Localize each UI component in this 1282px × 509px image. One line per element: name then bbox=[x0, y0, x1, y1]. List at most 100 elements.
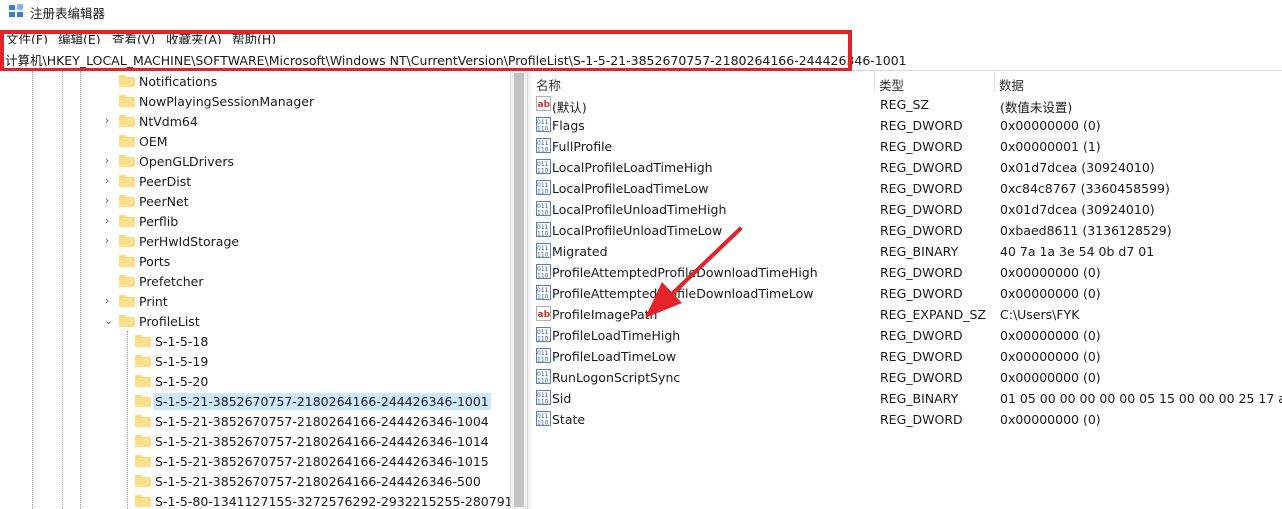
value-row[interactable]: ab ProfileImagePath REG_EXPAND_SZ C:\Use… bbox=[531, 304, 1282, 325]
menu-edit[interactable]: 编辑(E) bbox=[58, 29, 101, 44]
folder-icon bbox=[119, 215, 135, 227]
value-row[interactable]: 011 110 LocalProfileLoadTimeHigh REG_DWOR… bbox=[531, 157, 1282, 178]
tree-item-label: Perflib bbox=[139, 214, 179, 229]
menu-favorites[interactable]: 收藏夹(A) bbox=[166, 29, 222, 44]
value-data: 0xc84c8767 (3360458599) bbox=[1000, 181, 1170, 196]
binary-value-icon: 011110 bbox=[536, 369, 551, 384]
value-row[interactable]: 011 110 ProfileLoadTimeLow REG_DWORD 0x00… bbox=[531, 346, 1282, 367]
value-data: 0x00000000 (0) bbox=[1000, 286, 1101, 301]
folder-icon bbox=[135, 495, 151, 507]
folder-icon bbox=[135, 335, 151, 347]
value-row[interactable]: 011 110 ProfileLoadTimeHigh REG_DWORD 0x0… bbox=[531, 325, 1282, 346]
value-name: ProfileAttemptedProfileDownloadTimeHigh bbox=[552, 265, 818, 280]
tree-scrollbar[interactable] bbox=[510, 71, 528, 509]
value-row[interactable]: 011 110 RunLogonScriptSync REG_DWORD 0x00… bbox=[531, 367, 1282, 388]
scrollbar-thumb[interactable] bbox=[514, 73, 524, 507]
value-row[interactable]: 011 110 ProfileAttemptedProfileDownloadTi… bbox=[531, 262, 1282, 283]
binary-value-icon: 011110 bbox=[536, 285, 551, 300]
value-data: 01 05 00 00 00 00 00 05 15 00 00 00 25 1… bbox=[1000, 391, 1282, 406]
column-header-label: 名称 bbox=[536, 78, 562, 93]
value-data: 0x01d7dcea (30924010) bbox=[1000, 160, 1155, 175]
tree-guide-line bbox=[62, 71, 63, 509]
svg-text:110: 110 bbox=[537, 147, 549, 154]
value-row[interactable]: 011 110 ProfileAttemptedProfileDownloadTi… bbox=[531, 283, 1282, 304]
value-data: C:\Users\FYK bbox=[1000, 307, 1080, 322]
value-type: REG_DWORD bbox=[880, 202, 963, 217]
value-type: REG_DWORD bbox=[880, 223, 963, 238]
column-header-label: 数据 bbox=[999, 78, 1025, 93]
svg-text:110: 110 bbox=[537, 168, 549, 175]
svg-text:110: 110 bbox=[537, 126, 549, 133]
chevron-right-icon[interactable]: › bbox=[105, 155, 115, 166]
menu-file[interactable]: 文件(F) bbox=[6, 29, 48, 44]
folder-icon bbox=[119, 115, 135, 127]
value-name: LocalProfileUnloadTimeLow bbox=[552, 223, 723, 238]
column-header-type[interactable]: 类型 bbox=[874, 71, 995, 93]
value-data: 0x00000000 (0) bbox=[1000, 118, 1101, 133]
binary-value-icon: 011110 bbox=[536, 264, 551, 279]
svg-text:110: 110 bbox=[537, 399, 549, 406]
binary-value-icon: 011110 bbox=[536, 138, 551, 153]
value-row[interactable]: 011 110 LocalProfileLoadTimeLow REG_DWORD… bbox=[531, 178, 1282, 199]
value-row[interactable]: ab (默认) REG_SZ (数值未设置) bbox=[531, 94, 1282, 115]
value-type: REG_DWORD bbox=[880, 370, 963, 385]
folder-icon bbox=[119, 95, 135, 107]
value-row[interactable]: 011 110 LocalProfileUnloadTimeLow REG_DWO… bbox=[531, 220, 1282, 241]
chevron-right-icon[interactable]: › bbox=[105, 295, 115, 306]
value-row[interactable]: 011 110 Sid REG_BINARY 01 05 00 00 00 00 … bbox=[531, 388, 1282, 409]
binary-value-icon: 011110 bbox=[536, 327, 551, 342]
value-row[interactable]: 011 110 Migrated REG_BINARY 40 7a 1a 3e 5… bbox=[531, 241, 1282, 262]
chevron-right-icon[interactable]: › bbox=[105, 195, 115, 206]
binary-value-icon: 011110 bbox=[536, 222, 551, 237]
chevron-right-icon[interactable]: › bbox=[105, 215, 115, 226]
tree-item-label: Ports bbox=[139, 254, 171, 269]
svg-text:110: 110 bbox=[537, 210, 549, 217]
address-bar[interactable]: 计算机\HKEY_LOCAL_MACHINE\SOFTWARE\Microsof… bbox=[0, 46, 1282, 71]
value-row[interactable]: 011 110 State REG_DWORD 0x00000000 (0) bbox=[531, 409, 1282, 430]
chevron-down-icon[interactable]: ⌄ bbox=[104, 315, 114, 326]
value-name: LocalProfileLoadTimeLow bbox=[552, 181, 709, 196]
tree-item-label: S-1-5-18 bbox=[155, 334, 209, 349]
folder-icon bbox=[119, 235, 135, 247]
value-type: REG_BINARY bbox=[880, 244, 959, 259]
value-type: REG_DWORD bbox=[880, 349, 963, 364]
value-type: REG_DWORD bbox=[880, 328, 963, 343]
folder-icon bbox=[135, 355, 151, 367]
binary-value-icon: 011110 bbox=[536, 243, 551, 258]
folder-icon bbox=[135, 475, 151, 487]
folder-icon bbox=[119, 255, 135, 267]
tree-item-label: S-1-5-21-3852670757-2180264166-244426346… bbox=[155, 474, 481, 489]
value-data: 0x00000000 (0) bbox=[1000, 370, 1101, 385]
values-list: 名称 类型 数据 ab (默认) REG_SZ (数值未设置) 011 110 F… bbox=[531, 71, 1282, 509]
binary-value-icon: 011110 bbox=[536, 180, 551, 195]
value-data: (数值未设置) bbox=[1000, 100, 1073, 115]
value-row[interactable]: 011 110 FullProfile REG_DWORD 0x00000001 … bbox=[531, 136, 1282, 157]
folder-icon bbox=[135, 435, 151, 447]
svg-text:110: 110 bbox=[537, 231, 549, 238]
folder-icon bbox=[135, 455, 151, 467]
value-name: ProfileAttemptedProfileDownloadTimeLow bbox=[552, 286, 814, 301]
column-header-name[interactable]: 名称 bbox=[531, 71, 875, 93]
folder-icon bbox=[135, 375, 151, 387]
menu-help[interactable]: 帮助(H) bbox=[232, 29, 276, 44]
folder-icon bbox=[135, 415, 151, 427]
column-header-label: 类型 bbox=[879, 78, 905, 93]
value-name: ProfileLoadTimeLow bbox=[552, 349, 677, 364]
chevron-right-icon[interactable]: › bbox=[105, 235, 115, 246]
folder-open-icon bbox=[119, 315, 135, 327]
menu-view[interactable]: 查看(V) bbox=[112, 29, 155, 44]
value-data: 0x00000000 (0) bbox=[1000, 328, 1101, 343]
value-row[interactable]: 011 110 Flags REG_DWORD 0x00000000 (0) bbox=[531, 115, 1282, 136]
svg-text:110: 110 bbox=[537, 420, 549, 427]
tree-guide-line bbox=[127, 331, 128, 509]
value-name: Sid bbox=[552, 391, 572, 406]
column-header-data[interactable]: 数据 bbox=[994, 71, 1282, 93]
chevron-right-icon[interactable]: › bbox=[105, 115, 115, 126]
tree-item-label: S-1-5-19 bbox=[155, 354, 209, 369]
value-name: Migrated bbox=[552, 244, 608, 259]
address-path[interactable]: 计算机\HKEY_LOCAL_MACHINE\SOFTWARE\Microsof… bbox=[5, 50, 907, 69]
value-type: REG_DWORD bbox=[880, 265, 963, 280]
menu-bar: 文件(F) 编辑(E) 查看(V) 收藏夹(A) 帮助(H) bbox=[0, 24, 1282, 44]
value-row[interactable]: 011 110 LocalProfileUnloadTimeHigh REG_DW… bbox=[531, 199, 1282, 220]
chevron-right-icon[interactable]: › bbox=[105, 175, 115, 186]
